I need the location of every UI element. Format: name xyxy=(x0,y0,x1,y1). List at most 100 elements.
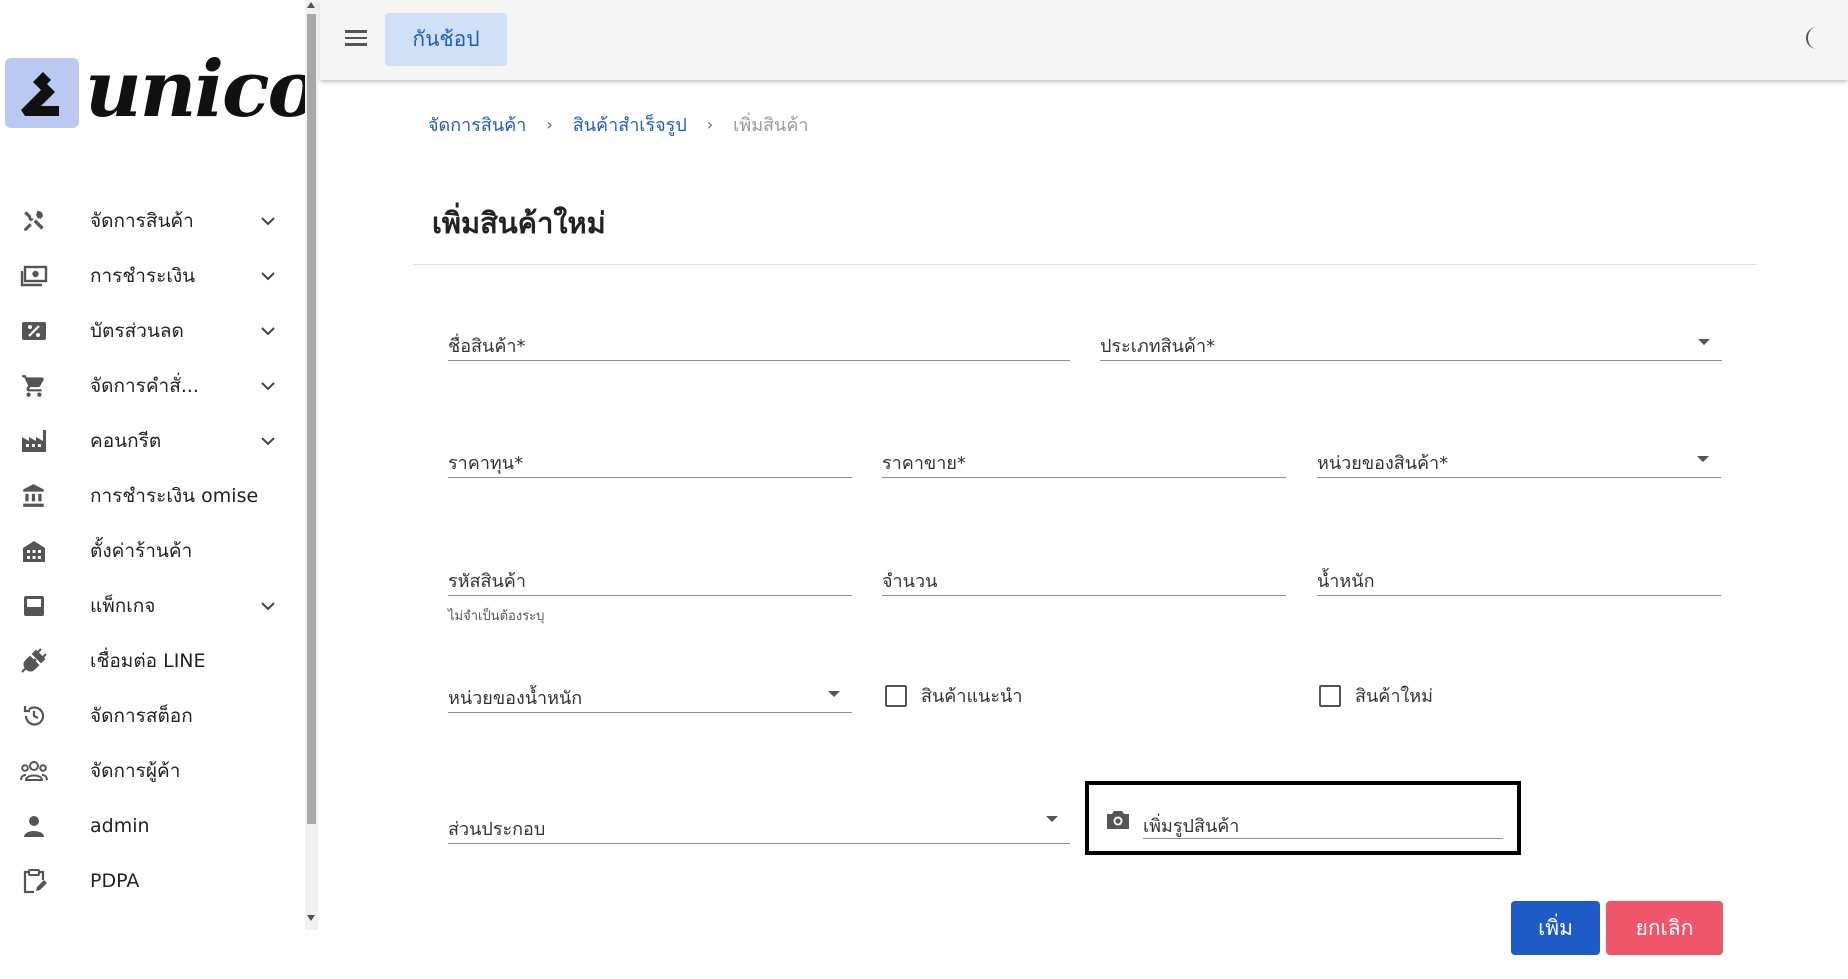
sidebar-item-label: แพ็กเกจ xyxy=(90,594,156,617)
moon-icon[interactable] xyxy=(1800,25,1826,51)
factory-icon xyxy=(20,428,48,454)
dropdown-arrow-icon xyxy=(828,691,840,697)
sidebar-item-coupons[interactable]: บัตรส่วนลด xyxy=(0,303,305,358)
quantity-field[interactable]: จำนวน xyxy=(882,556,1286,596)
chevron-down-icon[interactable] xyxy=(258,376,280,396)
sidebar-item-label: ตั้งค่าร้านค้า xyxy=(90,539,193,562)
bank-icon xyxy=(20,483,48,509)
breadcrumb-finished-products[interactable]: สินค้าสำเร็จรูป xyxy=(573,110,687,139)
product-name-label: ชื่อสินค้า* xyxy=(448,336,526,357)
sidebar-item-label: เชื่อมต่อ LINE xyxy=(90,649,206,672)
ingredients-select[interactable]: ส่วนประกอบ xyxy=(448,804,1070,844)
hamburger-icon[interactable] xyxy=(343,26,369,50)
breadcrumb-separator: › xyxy=(706,115,714,134)
sidebar-item-label: จัดการผู้ค้า xyxy=(90,759,181,782)
sidebar-item-product-management[interactable]: จัดการสินค้า xyxy=(0,193,305,248)
weight-unit-label: หน่วยของน้ำหนัก xyxy=(448,688,583,709)
sidebar-item-payments[interactable]: การชำระเงิน xyxy=(0,248,305,303)
coupon-icon xyxy=(20,318,48,344)
tools-icon xyxy=(20,208,48,234)
product-type-select[interactable]: ประเภทสินค้า* xyxy=(1100,321,1722,361)
breadcrumb-current: เพิ่มสินค้า xyxy=(733,115,809,136)
breadcrumb-product-management[interactable]: จัดการสินค้า xyxy=(428,110,526,139)
add-image-label: เพิ่มรูปสินค้า xyxy=(1143,816,1240,837)
cancel-button[interactable]: ยกเลิก xyxy=(1606,901,1723,955)
clipboard-icon xyxy=(20,868,48,894)
logo-mark-icon xyxy=(5,58,79,128)
chevron-down-icon[interactable] xyxy=(258,431,280,451)
sidebar-item-label: การชำระเงิน omise xyxy=(90,484,259,507)
sidebar-item-vendors[interactable]: จัดการผู้ค้า xyxy=(0,743,305,798)
quantity-label: จำนวน xyxy=(882,571,938,592)
sidebar-scrollbar[interactable] xyxy=(305,0,318,930)
page-title: เพิ่มสินค้าใหม่ xyxy=(432,206,606,240)
history-icon xyxy=(20,703,48,729)
new-product-label: สินค้าใหม่ xyxy=(1355,686,1433,707)
product-code-label: รหัสสินค้า xyxy=(448,571,526,592)
new-product-checkbox[interactable]: สินค้าใหม่ xyxy=(1319,681,1433,710)
plug-icon xyxy=(20,648,48,674)
scroll-down-arrow-icon[interactable] xyxy=(307,915,315,921)
sidebar-item-label: จัดการสินค้า xyxy=(90,209,194,232)
sidebar-item-label: คอนกรีต xyxy=(90,429,162,452)
checkbox-square[interactable] xyxy=(885,684,907,707)
unit-select[interactable]: หน่วยของสินค้า* xyxy=(1317,438,1721,478)
sidebar-item-line-connect[interactable]: เชื่อมต่อ LINE xyxy=(0,633,305,688)
sidebar-item-label: admin xyxy=(90,814,150,837)
add-image-upload[interactable]: เพิ่มรูปสินค้า xyxy=(1085,781,1521,855)
sidebar-item-label: จัดการสต็อก xyxy=(90,704,193,727)
breadcrumb-separator: › xyxy=(546,115,553,134)
recommended-checkbox[interactable]: สินค้าแนะนำ xyxy=(885,681,1022,710)
ingredients-label: ส่วนประกอบ xyxy=(448,819,546,840)
person-icon xyxy=(20,813,48,839)
scrollbar-thumb[interactable] xyxy=(307,14,316,824)
brand-logo[interactable]: unicon xyxy=(5,50,318,130)
breadcrumb: จัดการสินค้า › สินค้าสำเร็จรูป › เพิ่มสิ… xyxy=(428,110,809,139)
unit-label: หน่วยของสินค้า* xyxy=(1317,453,1449,474)
product-type-label: ประเภทสินค้า* xyxy=(1100,336,1216,357)
cost-price-label: ราคาทุน* xyxy=(448,453,524,474)
scroll-up-arrow-icon[interactable] xyxy=(307,2,315,8)
group-icon xyxy=(20,758,48,784)
chevron-down-icon[interactable] xyxy=(258,266,280,286)
sidebar-item-orders[interactable]: จัดการคำสั่... xyxy=(0,358,305,413)
app-bar: กันช้อป xyxy=(320,0,1848,80)
sidebar-item-concrete[interactable]: คอนกรีต xyxy=(0,413,305,468)
cart-icon xyxy=(20,373,48,399)
camera-icon[interactable] xyxy=(1105,809,1131,831)
dropdown-arrow-icon xyxy=(1046,816,1058,822)
sidebar-item-label: PDPA xyxy=(90,869,140,892)
sidebar-item-pdpa[interactable]: PDPA xyxy=(0,853,305,908)
add-button[interactable]: เพิ่ม xyxy=(1511,901,1600,955)
image-file-field[interactable]: เพิ่มรูปสินค้า xyxy=(1143,797,1503,839)
sidebar-item-label: บัตรส่วนลด xyxy=(90,319,184,342)
sidebar-item-admin[interactable]: admin xyxy=(0,798,305,853)
weight-field[interactable]: น้ำหนัก xyxy=(1317,556,1721,596)
sale-price-field[interactable]: ราคาขาย* xyxy=(882,438,1286,478)
sidebar-item-label: การชำระเงิน xyxy=(90,264,196,287)
checkbox-square[interactable] xyxy=(1319,684,1341,707)
logo-text: unicon xyxy=(85,44,318,135)
sidebar-item-packages[interactable]: แพ็กเกจ xyxy=(0,578,305,633)
shop-name-button[interactable]: กันช้อป xyxy=(385,13,507,66)
package-icon xyxy=(20,593,48,619)
sale-price-label: ราคาขาย* xyxy=(882,453,966,474)
sidebar-item-omise-payments[interactable]: การชำระเงิน omise xyxy=(0,468,305,523)
product-code-field[interactable]: รหัสสินค้า xyxy=(448,556,852,596)
payments-icon xyxy=(20,263,48,289)
dropdown-arrow-icon xyxy=(1697,456,1709,462)
sidebar: unicon จัดการสินค้า การชำระเงิน บัต xyxy=(0,0,318,979)
cost-price-field[interactable]: ราคาทุน* xyxy=(448,438,852,478)
sidebar-nav: จัดการสินค้า การชำระเงิน บัตรส่วนลด จัดก… xyxy=(0,193,305,908)
chevron-down-icon[interactable] xyxy=(258,211,280,231)
sidebar-item-store-settings[interactable]: ตั้งค่าร้านค้า xyxy=(0,523,305,578)
store-icon xyxy=(20,538,48,564)
chevron-down-icon[interactable] xyxy=(258,321,280,341)
chevron-down-icon[interactable] xyxy=(258,596,280,616)
weight-unit-select[interactable]: หน่วยของน้ำหนัก xyxy=(448,673,852,713)
divider xyxy=(413,264,1757,265)
weight-label: น้ำหนัก xyxy=(1317,571,1375,592)
product-code-helper: ไม่จำเป็นต้องระบุ xyxy=(448,609,545,624)
sidebar-item-stock[interactable]: จัดการสต็อก xyxy=(0,688,305,743)
product-name-field[interactable]: ชื่อสินค้า* xyxy=(448,321,1070,361)
